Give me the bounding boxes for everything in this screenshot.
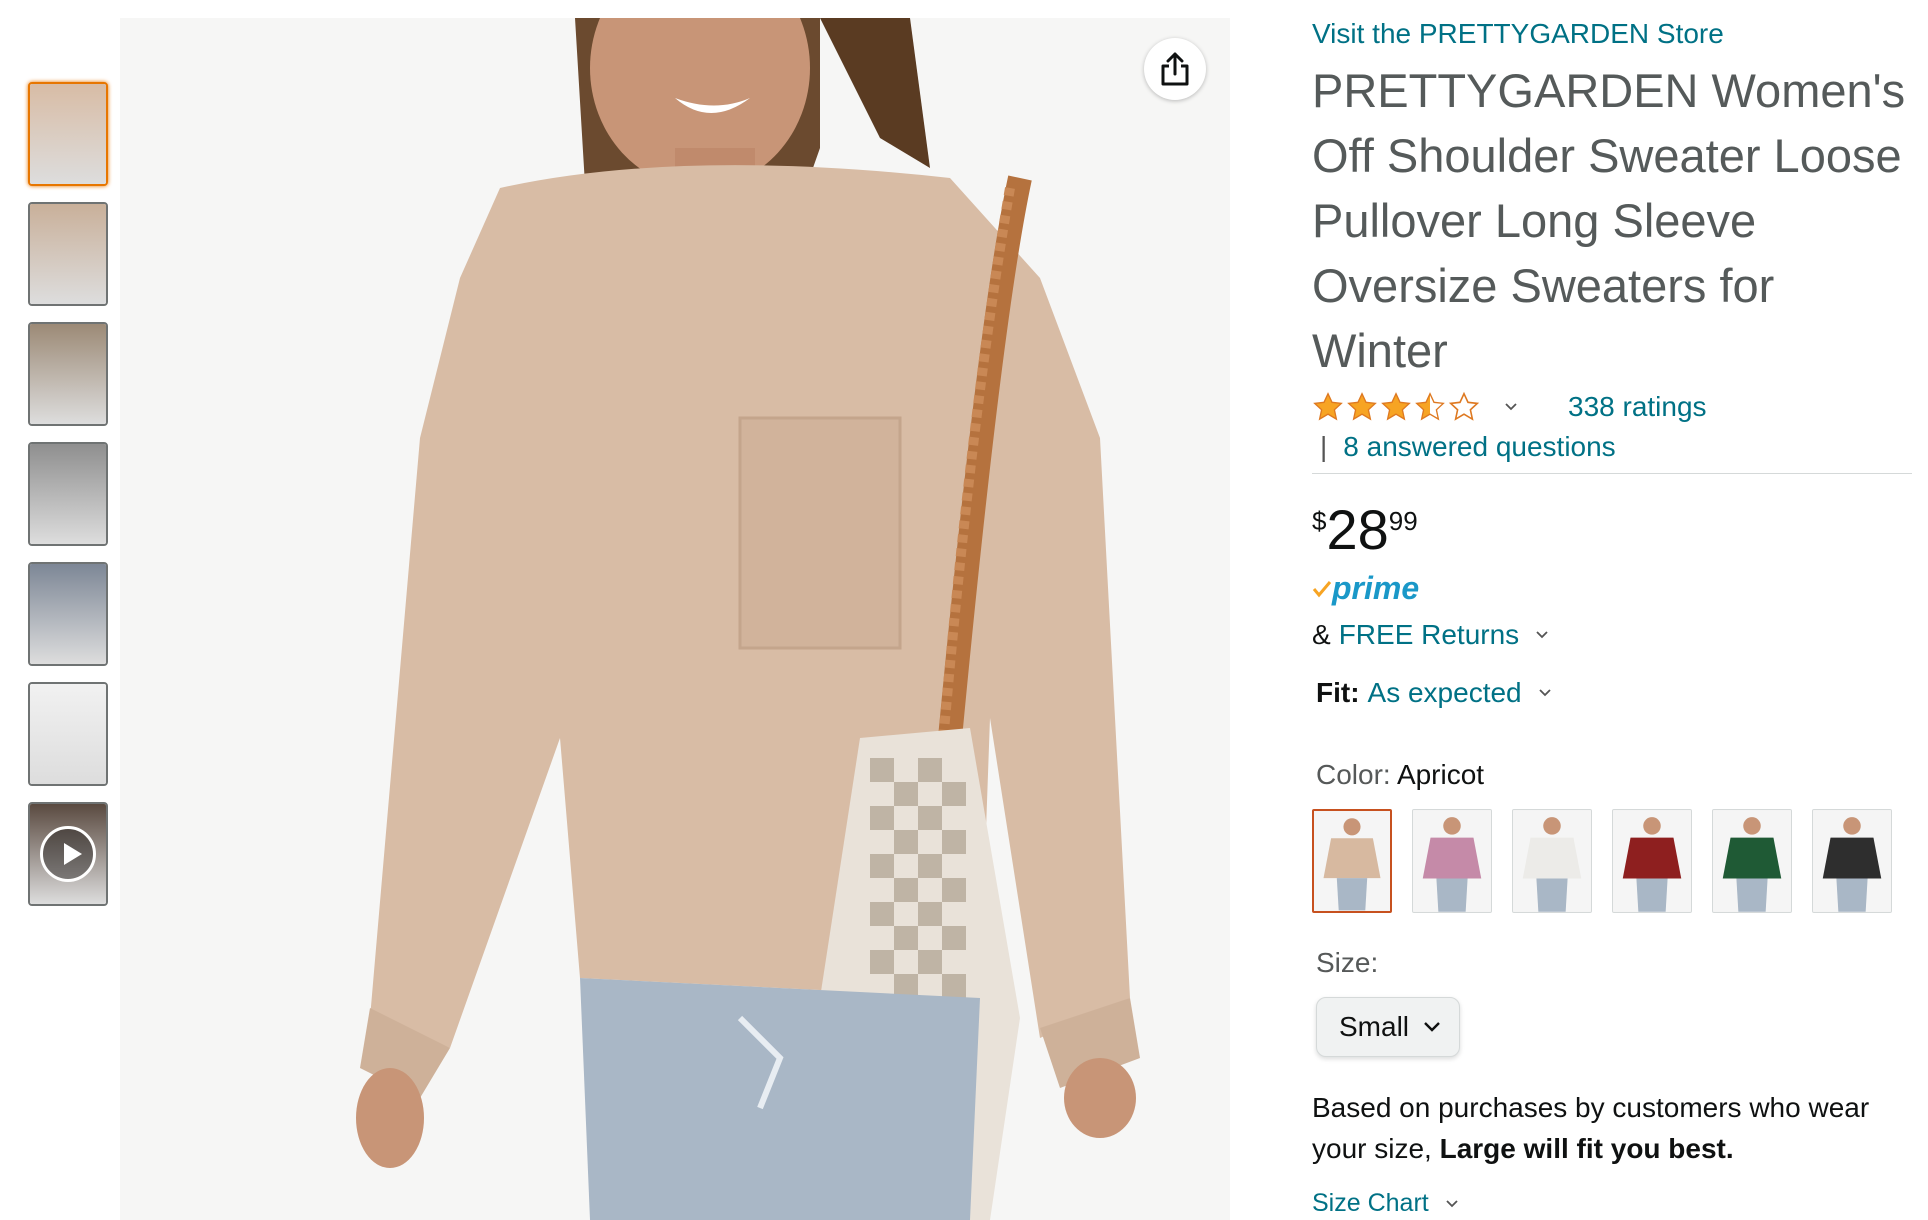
swatch-image <box>1813 810 1891 912</box>
returns-row: & FREE Returns <box>1312 619 1912 651</box>
size-recommendation: Based on purchases by customers who wear… <box>1312 1087 1912 1169</box>
store-link[interactable]: Visit the PRETTYGARDEN Store <box>1312 18 1912 50</box>
thumbnail-image <box>30 324 106 424</box>
video-thumbnail[interactable] <box>28 802 108 906</box>
fit-value-link[interactable]: As expected <box>1368 677 1522 709</box>
thumbnail-image <box>30 84 106 184</box>
thumbnail-image <box>30 204 106 304</box>
size-recommendation-bold: Large will fit you best. <box>1439 1133 1734 1164</box>
ratings-link[interactable]: 338 ratings <box>1568 391 1707 423</box>
thumbnail-image <box>30 684 106 784</box>
chevron-down-icon <box>1446 1199 1458 1207</box>
size-chart-link[interactable]: Size Chart <box>1312 1189 1912 1218</box>
free-returns-link[interactable]: FREE Returns <box>1339 619 1520 651</box>
color-swatch-white[interactable] <box>1512 809 1592 913</box>
chevron-down-icon[interactable] <box>1535 628 1549 642</box>
size-label: Size: <box>1316 947 1379 978</box>
star-full-icon <box>1313 392 1343 421</box>
separator: | <box>1320 431 1328 462</box>
price: $ 28 99 <box>1312 500 1912 560</box>
chevron-down-icon[interactable] <box>1504 400 1518 414</box>
color-swatch-pink[interactable] <box>1412 809 1492 913</box>
color-swatches <box>1312 809 1912 913</box>
rating-row: 338 ratings <box>1312 389 1912 425</box>
swatch-image <box>1513 810 1591 912</box>
color-row: Color: Apricot <box>1316 759 1912 791</box>
color-swatch-red[interactable] <box>1612 809 1692 913</box>
size-chart-label: Size Chart <box>1312 1189 1429 1217</box>
color-label: Color: <box>1316 759 1391 790</box>
color-swatch-apricot[interactable] <box>1312 809 1392 913</box>
star-rating[interactable] <box>1312 391 1480 423</box>
size-selected-value: Small <box>1339 1011 1410 1042</box>
qa-row: | 8 answered questions <box>1312 431 1912 474</box>
star-half-icon <box>1415 392 1445 421</box>
swatch-image <box>1314 811 1390 911</box>
price-whole: 28 <box>1326 498 1389 561</box>
returns-prefix: & <box>1312 619 1331 650</box>
share-button[interactable] <box>1144 38 1206 100</box>
product-info-panel: Visit the PRETTYGARDEN Store PRETTYGARDE… <box>1312 18 1912 1218</box>
thumbnail-image <box>30 444 106 544</box>
main-product-image[interactable] <box>120 18 1230 1220</box>
swatch-image <box>1413 810 1491 912</box>
image-thumbnail[interactable] <box>28 82 108 186</box>
thumbnail-image <box>30 564 106 664</box>
prime-check-icon <box>1312 580 1332 597</box>
image-thumbnail[interactable] <box>28 562 108 666</box>
product-photo <box>120 18 1230 1220</box>
product-title: PRETTYGARDEN Women's Off Shoulder Sweate… <box>1312 64 1906 377</box>
color-swatch-green[interactable] <box>1712 809 1792 913</box>
answered-questions-link[interactable]: 8 answered questions <box>1343 431 1615 463</box>
prime-label: prime <box>1332 570 1420 606</box>
price-symbol: $ <box>1312 506 1327 536</box>
star-empty-icon <box>1448 391 1480 421</box>
swatch-image <box>1713 810 1791 912</box>
color-swatch-black[interactable] <box>1812 809 1892 913</box>
image-thumbnail[interactable] <box>28 202 108 306</box>
size-dropdown[interactable]: Small <box>1316 997 1460 1057</box>
star-full-icon <box>1381 392 1411 421</box>
chevron-down-icon[interactable] <box>1538 686 1552 700</box>
color-value: Apricot <box>1396 759 1485 790</box>
fit-row: Fit: As expected <box>1316 677 1912 709</box>
image-thumbnail[interactable] <box>28 442 108 546</box>
image-thumbnail[interactable] <box>28 682 108 786</box>
star-full-icon <box>1347 392 1377 421</box>
image-thumbnail[interactable] <box>28 322 108 426</box>
price-fraction: 99 <box>1388 506 1418 536</box>
prime-badge: prime <box>1312 570 1912 607</box>
chevron-down-icon <box>1424 1022 1440 1032</box>
share-icon <box>1161 52 1189 86</box>
swatch-image <box>1613 810 1691 912</box>
fit-label: Fit: <box>1316 677 1360 708</box>
thumbnail-list <box>28 82 110 922</box>
play-icon <box>40 826 96 882</box>
